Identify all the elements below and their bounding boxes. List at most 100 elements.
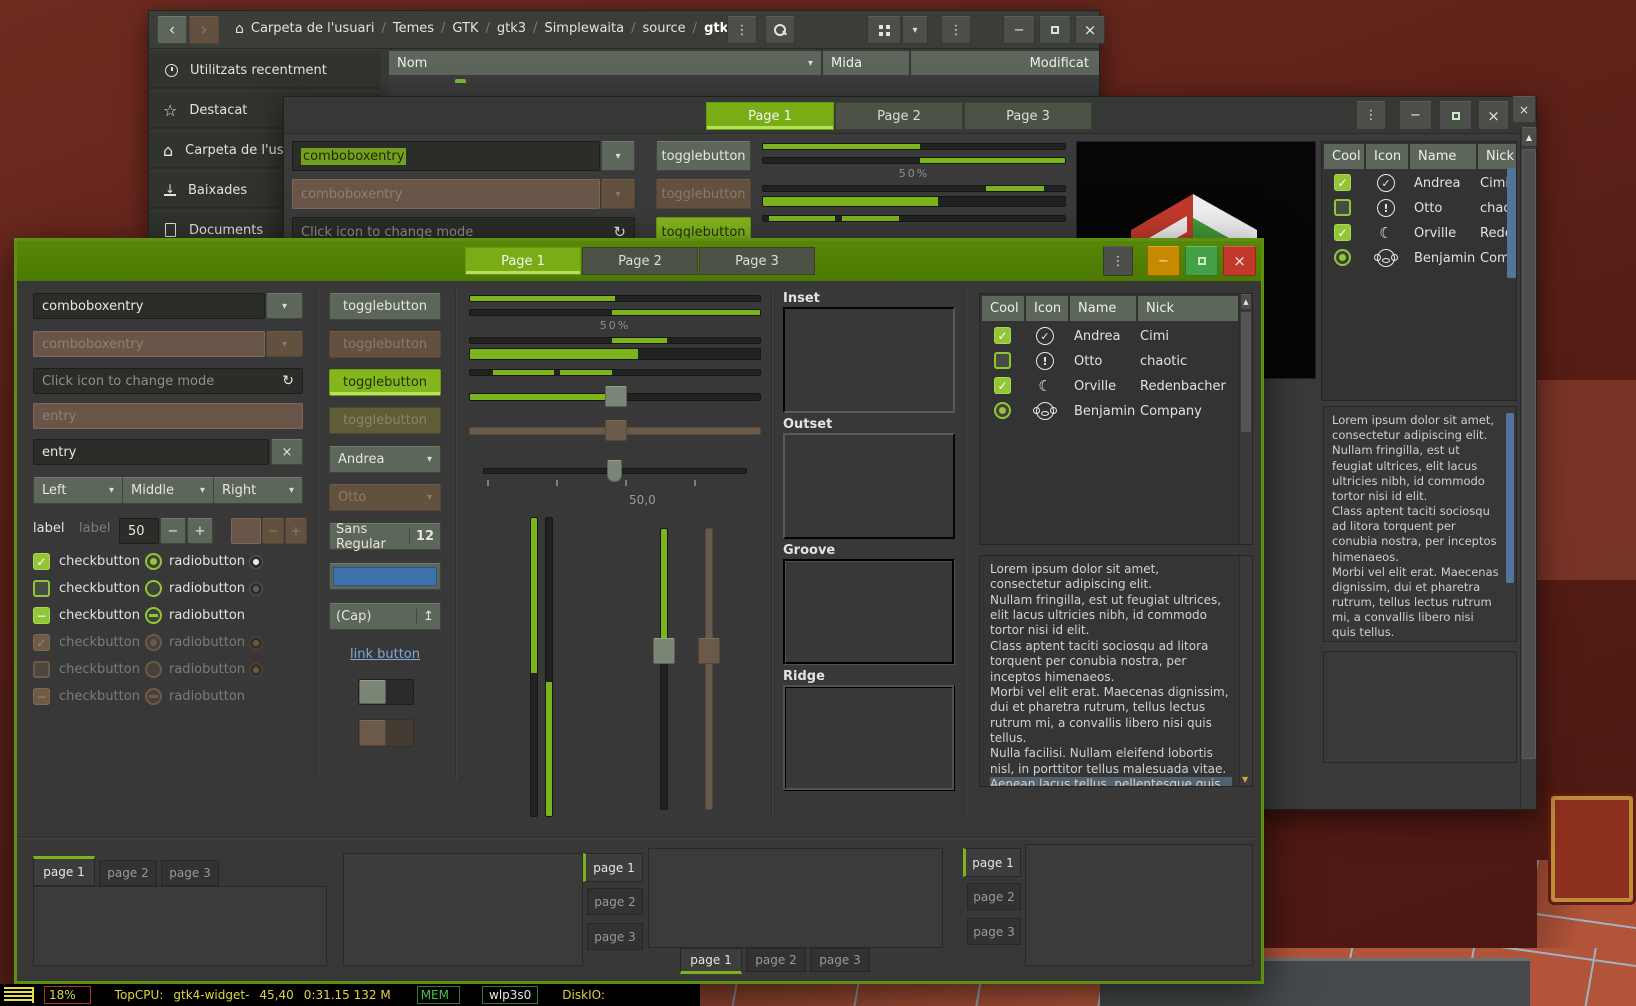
notebook2-tab-page2[interactable]: page 2 bbox=[587, 888, 643, 915]
gtk3-menu-button[interactable]: ⋮ bbox=[1356, 101, 1386, 130]
radiobutton-selected[interactable] bbox=[145, 553, 162, 570]
forward-button[interactable]: › bbox=[189, 16, 219, 44]
notebook2-tab-page1[interactable]: page 1 bbox=[583, 853, 643, 882]
cell-name[interactable]: Andrea bbox=[1074, 329, 1120, 344]
scrollbar-thumb[interactable] bbox=[1522, 149, 1536, 759]
radiobutton-indeterminate[interactable] bbox=[145, 607, 162, 624]
notebook3-tab-page3[interactable]: page 3 bbox=[810, 948, 870, 972]
gtk4-close-button[interactable]: × bbox=[1223, 246, 1256, 276]
spin-minus-button[interactable]: − bbox=[160, 518, 186, 544]
notebook4-tab-page1[interactable]: page 1 bbox=[963, 848, 1021, 877]
name-dropdown[interactable]: Andrea▾ bbox=[329, 446, 441, 473]
align-right-dropdown[interactable]: Right▾ bbox=[213, 477, 303, 504]
entry[interactable]: entry bbox=[33, 439, 269, 465]
row-cool-radio[interactable] bbox=[994, 402, 1011, 419]
row-cool-checkbox[interactable] bbox=[994, 352, 1011, 369]
togglebutton-active[interactable]: togglebutton bbox=[329, 369, 441, 396]
textview-scrollbar-track[interactable]: ▼ bbox=[1239, 556, 1252, 786]
cell-name[interactable]: Benjamin bbox=[1414, 251, 1475, 266]
radio-nolabel-unselected[interactable] bbox=[249, 582, 263, 596]
scale-marks-handle[interactable] bbox=[607, 460, 622, 482]
column-header-modified[interactable]: Modificat bbox=[911, 51, 1099, 75]
breadcrumb-part[interactable]: source bbox=[643, 21, 686, 37]
cell-name[interactable]: Orville bbox=[1414, 226, 1456, 241]
cell-name[interactable]: Benjamin bbox=[1074, 404, 1135, 419]
checkbutton-unchecked[interactable] bbox=[33, 580, 50, 597]
comboboxentry-dropdown[interactable]: ▾ bbox=[266, 293, 303, 319]
comboboxentry-input[interactable]: comboboxentry bbox=[33, 293, 265, 319]
scroll-up-button[interactable]: ▲ bbox=[1521, 127, 1537, 147]
cell-name[interactable]: Otto bbox=[1074, 354, 1102, 369]
col-name[interactable]: Name bbox=[1070, 296, 1136, 321]
scroll-up-button[interactable]: ▲ bbox=[1240, 294, 1252, 310]
textview-scrollbar-thumb[interactable] bbox=[1506, 413, 1514, 583]
cell-name[interactable]: Otto bbox=[1414, 201, 1442, 216]
sidebar-item-recent[interactable]: Utilitzats recentment bbox=[149, 53, 380, 89]
gtk3-comboboxentry-input[interactable]: comboboxentry bbox=[292, 141, 600, 171]
cell-nick[interactable]: Company bbox=[1140, 404, 1202, 419]
cell-nick[interactable]: Cimi bbox=[1480, 176, 1509, 191]
cell-nick[interactable]: chaotic bbox=[1140, 354, 1187, 369]
column-header-size[interactable]: Mida bbox=[823, 51, 909, 75]
breadcrumb-part[interactable]: gtk3 bbox=[497, 21, 526, 37]
notebook1-tab-page3[interactable]: page 3 bbox=[161, 860, 219, 886]
vertical-scale-handle[interactable] bbox=[653, 638, 675, 664]
cell-nick[interactable]: Cimi bbox=[1140, 329, 1169, 344]
view-mode-dropdown[interactable]: ▾ bbox=[902, 16, 928, 44]
checkbutton-label[interactable]: checkbutton bbox=[59, 608, 140, 623]
gtk4-maximize-button[interactable] bbox=[1185, 246, 1218, 276]
color-button[interactable] bbox=[329, 563, 441, 590]
refresh-icon[interactable]: ↻ bbox=[282, 373, 294, 389]
align-middle-dropdown[interactable]: Middle▾ bbox=[122, 477, 214, 504]
row-cool-checkbox[interactable]: ✓ bbox=[1334, 174, 1351, 191]
row-cool-checkbox[interactable]: ✓ bbox=[994, 377, 1011, 394]
notebook2-tab-page3[interactable]: page 3 bbox=[587, 923, 643, 950]
gtk3-scrollbar-track[interactable]: ▲ bbox=[1520, 127, 1536, 807]
gtk4-tab-page1[interactable]: Page 1 bbox=[465, 247, 581, 275]
gtk3-close-button[interactable]: × bbox=[1478, 101, 1509, 130]
radiobutton-unselected[interactable] bbox=[145, 580, 162, 597]
breadcrumb-part[interactable]: GTK bbox=[452, 21, 478, 37]
gtk3-tab-page3[interactable]: Page 3 bbox=[964, 102, 1092, 130]
file-chooser-button[interactable]: (Cap)↥ bbox=[329, 603, 441, 630]
col-nick[interactable]: Nick bbox=[1138, 296, 1238, 321]
notebook4-tab-page3[interactable]: page 3 bbox=[967, 918, 1021, 945]
gtk3-comboboxentry-dropdown[interactable]: ▾ bbox=[601, 141, 635, 171]
col-icon[interactable]: Icon bbox=[1026, 296, 1068, 321]
breadcrumb-part[interactable]: Temes bbox=[393, 21, 434, 37]
breadcrumb-part[interactable]: Carpeta de l'usuari bbox=[251, 21, 375, 37]
cell-name[interactable]: Orville bbox=[1074, 379, 1116, 394]
entry-clear-button[interactable]: × bbox=[271, 439, 303, 465]
back-button[interactable]: ‹ bbox=[157, 16, 187, 44]
checkbutton-label[interactable]: checkbutton bbox=[59, 581, 140, 596]
gtk3-minimize-button[interactable]: − bbox=[1399, 101, 1432, 130]
path-menu-button[interactable]: ⋮ bbox=[727, 16, 757, 44]
notebook1-tab-page1[interactable]: page 1 bbox=[33, 856, 95, 886]
col-name[interactable]: Name bbox=[1410, 144, 1476, 169]
fm-maximize-button[interactable] bbox=[1039, 16, 1071, 44]
radiobutton-label[interactable]: radiobutton bbox=[169, 608, 245, 623]
checkbutton-label[interactable]: checkbutton bbox=[59, 554, 140, 569]
notebook3-tab-page1[interactable]: page 1 bbox=[680, 948, 742, 974]
vertical-scale-track[interactable] bbox=[660, 528, 668, 810]
column-header-name[interactable]: Nom▾ bbox=[389, 51, 821, 75]
row-cool-checkbox[interactable]: ✓ bbox=[1334, 224, 1351, 241]
row-cool-checkbox[interactable]: ✓ bbox=[994, 327, 1011, 344]
table-scrollbar-track[interactable]: ▲ bbox=[1239, 294, 1252, 544]
gtk3-textview[interactable]: Lorem ipsum dolor sit amet, consectetur … bbox=[1323, 406, 1517, 642]
checkbutton-indeterminate[interactable]: − bbox=[33, 607, 50, 624]
icon-entry[interactable]: Click icon to change mode↻ bbox=[33, 368, 303, 394]
gtk4-tab-page3[interactable]: Page 3 bbox=[699, 247, 815, 275]
col-nick[interactable]: Nick bbox=[1478, 144, 1517, 169]
row-cool-checkbox[interactable] bbox=[1334, 199, 1351, 216]
app-menu-button[interactable]: ⋮ bbox=[941, 16, 971, 44]
gtk3-tab-page2[interactable]: Page 2 bbox=[835, 102, 963, 130]
fm-close-button[interactable]: × bbox=[1075, 16, 1105, 44]
togglebutton[interactable]: togglebutton bbox=[329, 293, 441, 320]
radiobutton-label[interactable]: radiobutton bbox=[169, 554, 245, 569]
lorem-textview[interactable]: Lorem ipsum dolor sit amet, consectetur … bbox=[979, 555, 1253, 787]
search-button[interactable] bbox=[765, 16, 795, 44]
link-button[interactable]: link button bbox=[329, 647, 441, 662]
table-scrollbar-thumb[interactable] bbox=[1507, 168, 1516, 278]
font-button[interactable]: Sans Regular12 bbox=[329, 523, 441, 550]
